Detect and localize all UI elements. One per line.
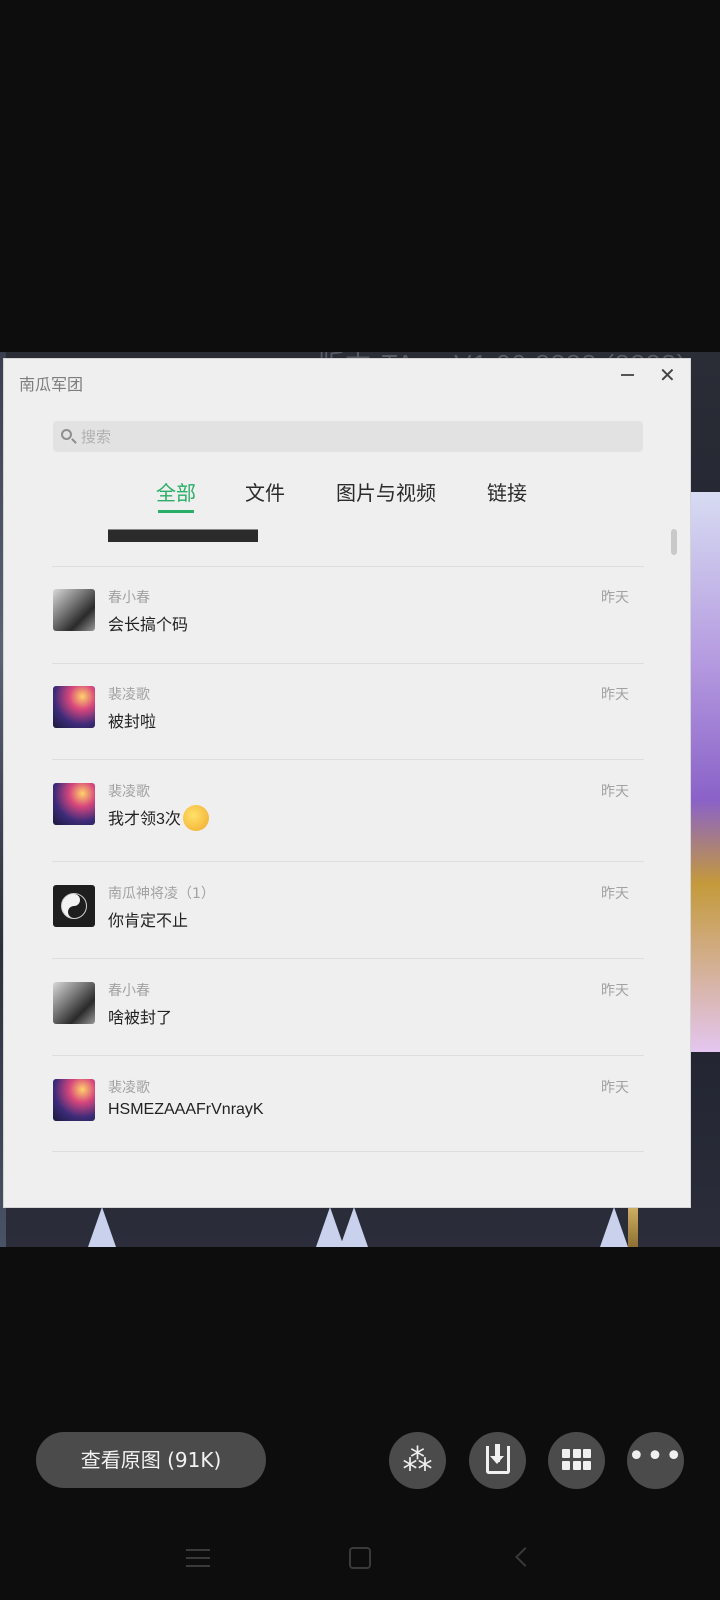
- message-text: HSMEZAAAFrVnrayK: [108, 1101, 264, 1118]
- message-time: 昨天: [601, 784, 629, 800]
- image-crystal-shard: [88, 1207, 116, 1247]
- avatar[interactable]: [53, 982, 95, 1024]
- home-icon[interactable]: [349, 1547, 371, 1569]
- message-time: 昨天: [601, 1080, 629, 1096]
- message-time: 昨天: [601, 983, 629, 999]
- divider: [52, 861, 644, 862]
- message-time: 昨天: [601, 687, 629, 703]
- back-icon[interactable]: [515, 1547, 535, 1567]
- list-item[interactable]: 南瓜神将凌（1） 昨天 你肯定不止: [4, 885, 692, 955]
- search-input[interactable]: [81, 421, 631, 452]
- message-list[interactable]: 春小春 昨天 会长搞个码 裴凌歌 昨天 被封啦 裴凌歌 昨天 我才领3次 南瓜神…: [4, 529, 692, 1193]
- message-text: 被封啦: [108, 714, 157, 731]
- divider: [52, 958, 644, 959]
- search-icon: [61, 429, 72, 440]
- search-bar[interactable]: [53, 421, 643, 452]
- avatar[interactable]: [53, 885, 95, 927]
- grid-button[interactable]: [548, 1432, 605, 1489]
- sender-name: 裴凌歌: [108, 687, 150, 703]
- message-time: 昨天: [601, 590, 629, 606]
- filter-tabs: 全部 文件 图片与视频 链接: [4, 479, 692, 519]
- close-button[interactable]: ✕: [659, 363, 676, 387]
- sender-name: 裴凌歌: [108, 784, 150, 800]
- message-text: 会长搞个码: [108, 617, 189, 634]
- message-text: 我才领3次: [108, 811, 181, 828]
- more-icon: •••: [627, 1439, 684, 1474]
- image-thumbnail[interactable]: [108, 529, 258, 542]
- list-item[interactable]: 春小春 昨天 啥被封了: [4, 982, 692, 1052]
- divider: [52, 1055, 644, 1056]
- sparkle-icon: ⁂: [402, 1443, 433, 1478]
- sender-name: 春小春: [108, 590, 150, 606]
- tab-files[interactable]: 文件: [245, 479, 285, 513]
- divider: [52, 566, 644, 567]
- message-time: 昨天: [601, 886, 629, 902]
- sender-name: 南瓜神将凌（1）: [108, 886, 215, 902]
- laugh-cry-emoji-icon: [182, 804, 209, 831]
- message-text: 啥被封了: [108, 1010, 173, 1027]
- download-icon: [490, 1444, 504, 1464]
- yin-yang-icon: [61, 893, 87, 919]
- minimize-button[interactable]: [621, 374, 634, 376]
- image-crystal-shard: [600, 1207, 628, 1247]
- divider: [52, 663, 644, 664]
- tab-all[interactable]: 全部: [156, 479, 196, 513]
- avatar[interactable]: [53, 783, 95, 825]
- avatar[interactable]: [53, 686, 95, 728]
- tab-links[interactable]: 链接: [487, 479, 527, 513]
- image-staff: [628, 1202, 638, 1247]
- recent-apps-icon[interactable]: [186, 1549, 210, 1567]
- message-text-row: 我才领3次: [108, 804, 209, 833]
- divider: [52, 759, 644, 760]
- sender-name: 春小春: [108, 983, 150, 999]
- download-button[interactable]: [469, 1432, 526, 1489]
- message-text: 你肯定不止: [108, 913, 189, 930]
- window-title: 南瓜军团: [19, 375, 84, 394]
- tab-images-videos[interactable]: 图片与视频: [336, 479, 436, 513]
- more-button[interactable]: •••: [627, 1432, 684, 1489]
- sender-name: 裴凌歌: [108, 1080, 150, 1096]
- scrollbar[interactable]: [671, 529, 677, 555]
- list-item[interactable]: 春小春 昨天 会长搞个码: [4, 589, 692, 659]
- avatar[interactable]: [53, 589, 95, 631]
- image-crystal-shard: [340, 1207, 368, 1247]
- divider: [52, 1151, 644, 1152]
- list-item[interactable]: 裴凌歌 昨天 被封啦: [4, 686, 692, 756]
- sparkle-button[interactable]: ⁂: [389, 1432, 446, 1489]
- grid-icon: [562, 1449, 591, 1472]
- list-item[interactable]: 裴凌歌 昨天 HSMEZAAAFrVnrayK: [4, 1079, 692, 1149]
- view-original-button[interactable]: 查看原图 (91K): [36, 1432, 266, 1488]
- avatar[interactable]: [53, 1079, 95, 1121]
- chat-history-window: 南瓜军团 ✕ 全部 文件 图片与视频 链接 春小春 昨天 会长搞个码 裴凌歌 昨…: [3, 358, 691, 1208]
- list-item[interactable]: 裴凌歌 昨天 我才领3次: [4, 783, 692, 853]
